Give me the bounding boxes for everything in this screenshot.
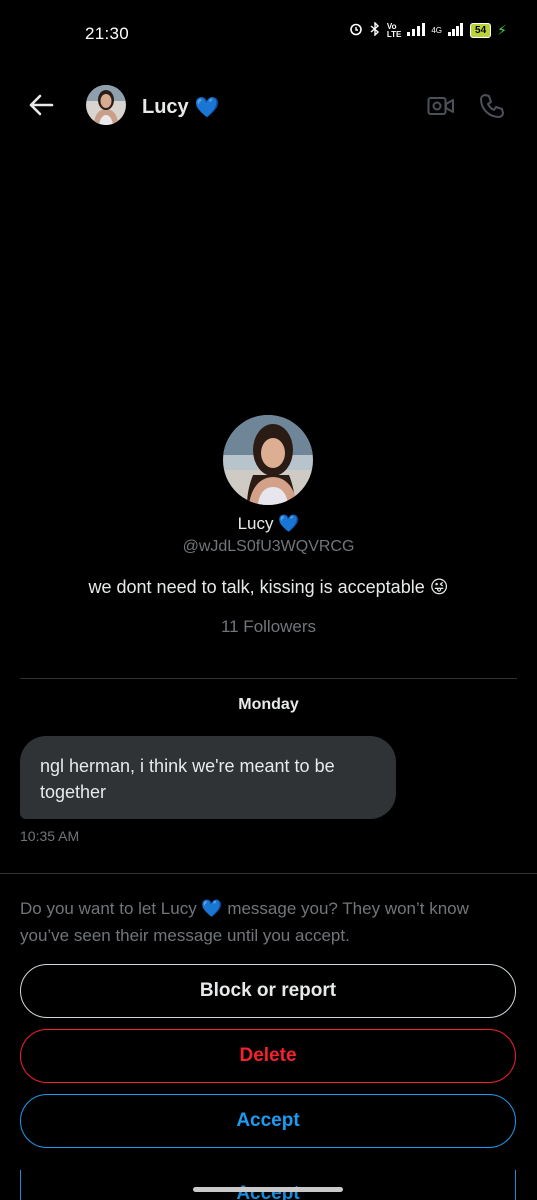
profile-name-text: Lucy [237,514,274,533]
delete-button[interactable]: Delete [20,1029,516,1083]
phone-call-icon[interactable] [479,93,505,119]
volte-icon: Vo LTE [386,21,402,39]
signal-icon [407,22,426,39]
header-name-text: Lucy [142,96,189,118]
bluetooth-icon [369,21,381,39]
profile-name: Lucy 💙 [0,514,537,534]
message-request-prompt: Do you want to let Lucy 💙 message you? T… [20,899,469,945]
charging-icon: ⚡ [497,22,507,38]
divider [20,678,517,679]
video-call-icon[interactable] [427,94,455,118]
header-avatar[interactable] [86,85,126,125]
followers-count[interactable]: 11 Followers [0,617,537,637]
blue-heart-emoji: 💙 [278,514,300,533]
back-arrow-icon[interactable] [28,92,54,118]
header-name[interactable]: Lucy 💙 [142,95,220,120]
block-or-report-button[interactable]: Block or report [20,964,516,1018]
network-type: 4G [431,26,443,35]
message-bubble[interactable]: ngl herman, i think we're meant to be to… [20,736,396,819]
accept-button-ghost: Accept [20,1170,516,1200]
alarm-icon [349,22,363,39]
accept-button[interactable]: Accept [20,1094,516,1148]
message-timestamp: 10:35 AM [20,828,80,844]
profile-handle: @wJdLS0fU3WQVRCG [182,538,355,555]
home-indicator[interactable] [193,1187,343,1192]
profile-bio: we dont need to talk, kissing is accepta… [88,577,449,597]
blue-heart-emoji: 💙 [194,97,220,119]
status-time: 21:30 [85,24,130,43]
battery-icon: 54 [470,23,492,38]
signal-icon-2 [448,22,464,39]
status-icons: Vo LTE 4G 54 ⚡ [349,21,507,39]
day-separator: Monday [238,696,299,713]
divider [0,873,537,874]
profile-avatar[interactable] [223,415,313,505]
